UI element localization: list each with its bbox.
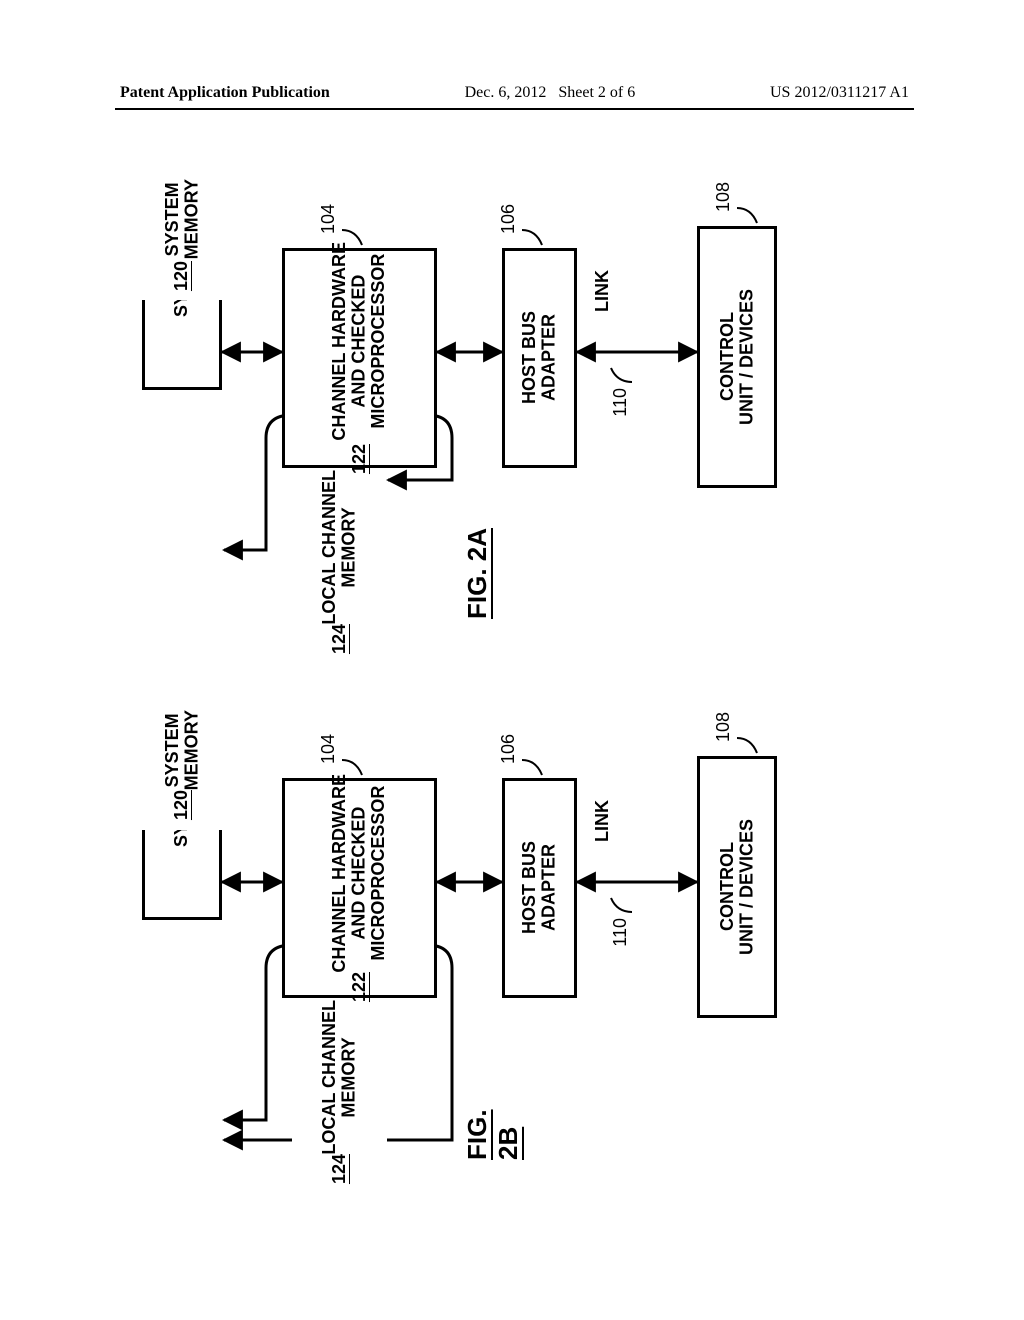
cu-label: CONTROL UNIT / DEVICES <box>718 819 757 955</box>
channel-label: CHANNEL HARDWARE AND CHECKED MICROPROCES… <box>330 774 388 973</box>
channel-label: CHANNEL HARDWARE AND CHECKED MICROPROCES… <box>330 242 388 441</box>
system-memory-box: SYSTEM MEMORY 120 <box>142 170 222 300</box>
hba-ref: 106 <box>498 734 519 764</box>
figure-label: FIG. 2B <box>462 1108 524 1160</box>
figure-2a: SYSTEM 102 SYSTEM MEMORY 120 CHANNEL HAR… <box>100 170 924 630</box>
system-memory-ref: 120 <box>172 261 191 291</box>
channel-proc-ref: 122 <box>350 972 369 1002</box>
channel-ref: 104 <box>318 204 339 234</box>
pub-type: Patent Application Publication <box>120 84 330 102</box>
page-header: Patent Application Publication Dec. 6, 2… <box>0 84 1024 102</box>
lcm-ref: 124 <box>330 624 349 654</box>
channel-box: CHANNEL HARDWARE AND CHECKED MICROPROCES… <box>282 778 437 998</box>
pub-number: US 2012/0311217 A1 <box>770 84 909 102</box>
hba-box: HOST BUS ADAPTER <box>502 778 577 998</box>
lcm-box: LOCAL CHANNEL MEMORY 124 <box>292 1018 387 1166</box>
hba-label: HOST BUS ADAPTER <box>520 841 559 934</box>
figure-label: FIG. 2A <box>462 528 493 619</box>
lcm-label: LOCAL CHANNEL MEMORY <box>320 470 359 625</box>
hba-ref: 106 <box>498 204 519 234</box>
pub-date: Dec. 6, 2012 Sheet 2 of 6 <box>465 84 636 102</box>
system-memory-label: SYSTEM MEMORY <box>163 179 202 259</box>
lcm-label: LOCAL CHANNEL MEMORY <box>320 1000 359 1155</box>
figures-area: SYSTEM 102 SYSTEM MEMORY 120 CHANNEL HAR… <box>100 140 924 1280</box>
header-rule <box>115 108 914 110</box>
system-memory-label: SYSTEM MEMORY <box>163 710 202 790</box>
system-memory-ref: 120 <box>172 790 191 820</box>
cu-box: CONTROL UNIT / DEVICES <box>697 756 777 1018</box>
channel-ref: 104 <box>318 734 339 764</box>
hba-box: HOST BUS ADAPTER <box>502 248 577 468</box>
link-ref: 110 <box>610 388 631 417</box>
lcm-ref: 124 <box>330 1154 349 1184</box>
lcm-box: LOCAL CHANNEL MEMORY 124 <box>292 488 387 636</box>
hba-label: HOST BUS ADAPTER <box>520 311 559 404</box>
cu-ref: 108 <box>713 712 734 742</box>
figure-2b: SYSTEM 102 SYSTEM MEMORY 120 CHANNEL HAR… <box>100 700 924 1160</box>
channel-box: CHANNEL HARDWARE AND CHECKED MICROPROCES… <box>282 248 437 468</box>
cu-box: CONTROL UNIT / DEVICES <box>697 226 777 488</box>
link-ref: 110 <box>610 918 631 947</box>
link-label: LINK <box>592 800 613 842</box>
system-memory-box: SYSTEM MEMORY 120 <box>142 700 222 830</box>
cu-label: CONTROL UNIT / DEVICES <box>718 289 757 425</box>
cu-ref: 108 <box>713 182 734 212</box>
link-label: LINK <box>592 270 613 312</box>
